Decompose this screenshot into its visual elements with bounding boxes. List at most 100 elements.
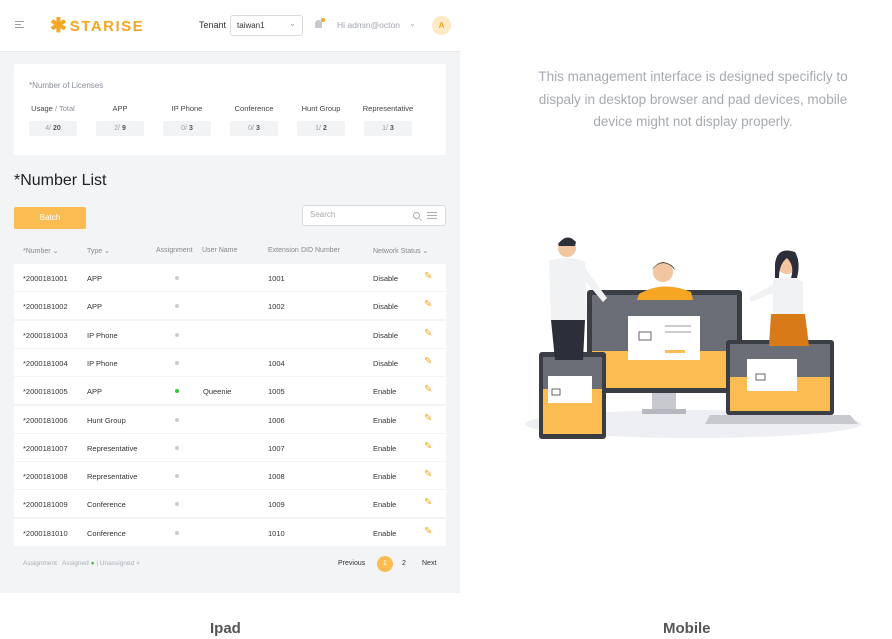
cell-type: Hunt Group	[87, 415, 126, 425]
table-row[interactable]: *2000181001 APP 1001 Disable ✎	[14, 264, 446, 291]
cell-extension: 1001	[268, 274, 285, 283]
cell-network-status: Enable	[373, 443, 397, 453]
cell-extension: 1010	[268, 528, 285, 538]
licenses-card: *Number of Licenses Usage / Total 4/ 20 AP…	[14, 64, 446, 155]
cell-type: Representative	[87, 472, 138, 482]
table-row[interactable]: *2000181005 APP Queenie 1005 Enable ✎	[14, 377, 446, 405]
cell-network-status: Enable	[373, 528, 397, 538]
mobile-notice: This management interface is designed sp…	[538, 69, 848, 129]
license-label: APP	[112, 104, 128, 113]
mobile-label: Mobile	[663, 620, 711, 637]
edit-pencil-icon[interactable]: ✎	[424, 271, 432, 282]
pagination-previous[interactable]: Previous	[338, 560, 365, 567]
legend-assigned: Assigned	[62, 560, 89, 567]
edit-pencil-icon[interactable]: ✎	[424, 469, 432, 480]
license-column: Representative 1/ 3	[358, 104, 418, 136]
top-bar: ✱ STARISE Tenant taiwan1 ⌄ Hi admin@octo…	[0, 0, 460, 52]
license-column: Conference 0/ 3	[224, 104, 284, 136]
cell-network-status: Enable	[373, 387, 397, 397]
cell-type: APP	[87, 387, 103, 397]
cell-extension: 1007	[268, 443, 285, 453]
table-row[interactable]: *2000181004 IP Phone 1004 Disable ✎	[14, 348, 446, 376]
cell-type: APP	[87, 302, 103, 312]
cell-network-status: Disable	[373, 274, 399, 283]
table-header: *Number ⌄ Type ⌄ Assignment User Name Ex…	[14, 241, 446, 261]
status-dot-icon	[175, 332, 179, 337]
legend-unassigned: Unassigned	[99, 560, 135, 567]
edit-pencil-icon[interactable]: ✎	[424, 413, 432, 424]
edit-pencil-icon[interactable]: ✎	[424, 497, 432, 508]
license-value: 4/ 20	[29, 121, 77, 136]
cell-network-status: Disable	[373, 358, 399, 368]
license-column: Usage / Total 4/ 20	[23, 104, 83, 136]
license-value: 0/ 3	[163, 121, 211, 136]
cell-extension: 1005	[268, 387, 285, 397]
tenant-label: Tenant	[199, 20, 227, 30]
header-number[interactable]: *Number ⌄	[23, 247, 58, 255]
cell-type: Conference	[87, 500, 126, 510]
cell-network-status: Enable	[373, 500, 397, 510]
status-dot-icon	[175, 474, 179, 479]
header-network-status[interactable]: Network Status ⌄	[373, 247, 428, 255]
table-row[interactable]: *2000181009 Conference 1009 Enable ✎	[14, 490, 446, 518]
license-label: IP Phone	[171, 104, 203, 113]
cell-extension: 1002	[268, 302, 285, 312]
cell-network-status: Enable	[373, 415, 397, 425]
edit-pencil-icon[interactable]: ✎	[424, 384, 432, 395]
table-row[interactable]: *2000181007 Representative 1007 Enable ✎	[14, 433, 446, 461]
status-dot-icon: ●	[90, 560, 95, 567]
license-value: 1/ 3	[364, 121, 412, 136]
edit-pencil-icon[interactable]: ✎	[424, 526, 432, 537]
cell-type: IP Phone	[87, 330, 118, 340]
table-row[interactable]: *2000181006 Hunt Group 1006 Enable ✎	[14, 405, 446, 433]
search-input[interactable]	[310, 210, 405, 219]
license-label: Usage / Total	[31, 104, 75, 113]
status-dot-icon	[175, 276, 179, 280]
menu-icon[interactable]	[15, 21, 24, 30]
license-value: 0/ 3	[230, 121, 278, 136]
table-row[interactable]: *2000181002 APP 1002 Disable ✎	[14, 292, 446, 320]
filter-icon[interactable]	[427, 212, 437, 220]
table-row[interactable]: *2000181003 IP Phone Disable ✎	[14, 320, 446, 348]
pagination-next[interactable]: Next	[422, 560, 436, 567]
cell-type: Conference	[87, 528, 126, 538]
cell-number: *2000181005	[23, 387, 68, 397]
chevron-down-icon[interactable]: ⌄	[409, 19, 416, 28]
bell-icon[interactable]	[315, 18, 325, 29]
status-dot-icon	[175, 530, 179, 535]
header-type[interactable]: Type ⌄	[87, 247, 110, 255]
status-dot-icon	[175, 502, 179, 507]
star-logo-icon: ✱	[50, 15, 67, 37]
batch-button[interactable]: Batch	[14, 207, 86, 229]
chevron-down-icon: ⌄	[289, 19, 296, 28]
edit-pencil-icon[interactable]: ✎	[424, 356, 432, 367]
pagination-page-1[interactable]: 1	[377, 556, 393, 572]
cell-type: APP	[87, 274, 103, 283]
number-list-title: *Number List	[14, 172, 107, 189]
assignment-legend: Assignment Assigned ● | Unassigned ●	[23, 560, 140, 567]
cell-type: Representative	[87, 443, 138, 453]
cell-network-status: Disable	[373, 302, 399, 312]
chevron-down-icon: ⌄	[52, 248, 59, 255]
tenant-value: taiwan1	[237, 21, 265, 30]
pagination-page-2[interactable]: 2	[402, 560, 406, 567]
cell-type: IP Phone	[87, 358, 118, 368]
edit-pencil-icon[interactable]: ✎	[424, 441, 432, 452]
avatar[interactable]: A	[432, 16, 451, 35]
devices-illustration	[525, 237, 861, 439]
user-greeting[interactable]: Hi admin@octon	[337, 20, 400, 30]
table-row[interactable]: *2000181010 Conference 1010 Enable ✎	[14, 518, 446, 546]
header-extension: Extension	[268, 247, 299, 254]
table-row[interactable]: *2000181008 Representative 1008 Enable ✎	[14, 462, 446, 490]
search-icon[interactable]	[413, 212, 420, 219]
ipad-label: Ipad	[210, 620, 241, 637]
tenant-select[interactable]: taiwan1 ⌄	[230, 15, 303, 36]
edit-pencil-icon[interactable]: ✎	[424, 328, 432, 339]
cell-number: *2000181003	[23, 330, 68, 340]
cell-number: *2000181002	[23, 302, 68, 312]
logo-text: STARISE	[69, 17, 145, 35]
license-column: APP 2/ 9	[90, 104, 150, 136]
edit-pencil-icon[interactable]: ✎	[424, 299, 432, 310]
cell-extension: 1004	[268, 358, 285, 368]
logo: ✱ STARISE	[50, 16, 144, 36]
